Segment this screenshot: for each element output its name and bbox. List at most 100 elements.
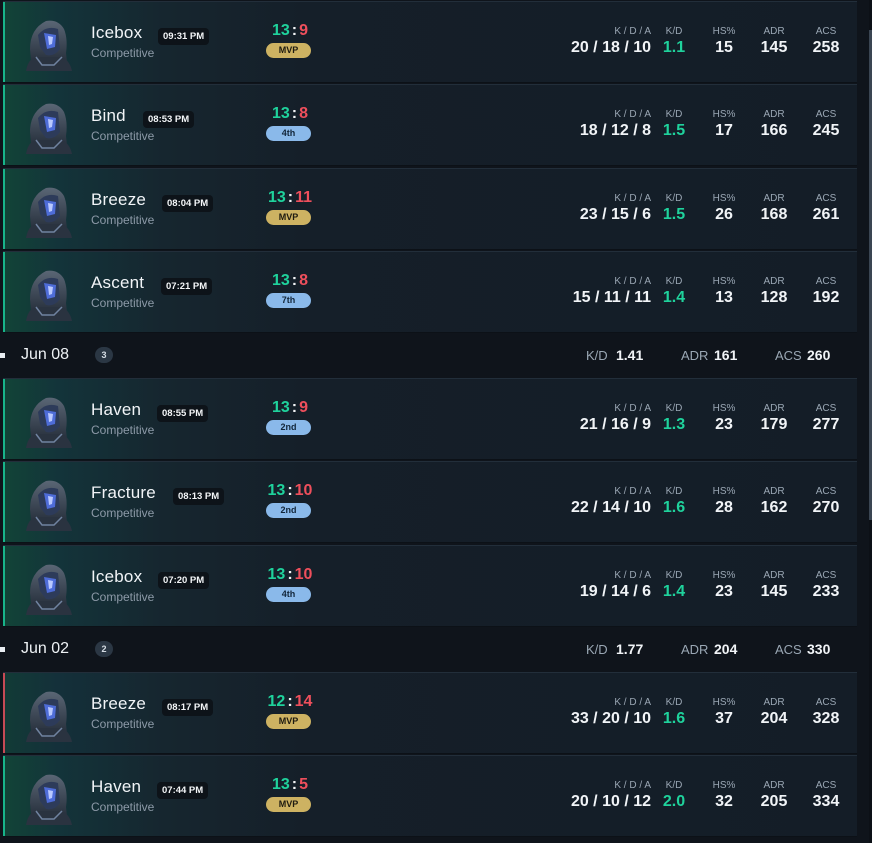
acs-label: ACS	[815, 276, 837, 287]
hs-label: HS%	[712, 26, 736, 37]
hs-value: 17	[715, 122, 733, 139]
score-enemy: 8	[299, 272, 309, 289]
agent-portrait-icon	[26, 774, 72, 825]
day-adr-value: 204	[714, 641, 738, 657]
map-name: Icebox	[91, 23, 143, 42]
adr-label: ADR	[763, 109, 785, 120]
acs-label: ACS	[815, 697, 837, 708]
map-name: Haven	[91, 777, 142, 796]
day-adr-value: 161	[714, 347, 738, 363]
hs-label: HS%	[712, 109, 736, 120]
result-edge	[3, 673, 5, 753]
map-name: Breeze	[91, 694, 147, 713]
adr-value: 204	[760, 710, 788, 727]
placement-badge: MVP	[266, 797, 311, 812]
kd-value: 2.0	[662, 793, 686, 810]
match-row[interactable]: Icebox 07:20 PM Competitive 13:10 4th K …	[3, 545, 857, 627]
adr-label: ADR	[763, 403, 785, 414]
placement-badge: 7th	[266, 293, 311, 308]
score-team: 12	[267, 693, 286, 710]
score-team: 13	[271, 776, 290, 793]
acs-label: ACS	[815, 403, 837, 414]
day-kd-label: K/D	[586, 642, 608, 657]
hs-value: 28	[715, 499, 733, 516]
game-mode: Competitive	[91, 213, 155, 227]
score-enemy: 11	[295, 189, 313, 206]
result-edge	[3, 462, 5, 542]
match-row[interactable]: Breeze 08:04 PM Competitive 13:11 MVP K …	[3, 168, 857, 250]
kd-value: 1.4	[662, 289, 686, 306]
result-edge	[3, 252, 5, 332]
acs-value: 334	[812, 793, 840, 810]
kda-value: 20 / 18 / 10	[570, 39, 651, 56]
acs-value: 328	[812, 710, 840, 727]
match-time: 07:21 PM	[161, 278, 213, 295]
score-enemy: 14	[294, 693, 313, 710]
kd-value: 1.6	[662, 499, 686, 516]
match-row[interactable]: Ascent 07:21 PM Competitive 13:8 7th K /…	[3, 251, 857, 333]
acs-label: ACS	[815, 26, 837, 37]
score-enemy: 9	[299, 22, 309, 39]
kda-value: 33 / 20 / 10	[570, 710, 651, 727]
match-time: 08:53 PM	[143, 111, 195, 128]
score-team: 13	[271, 105, 290, 122]
kda-label: K / D / A	[614, 780, 651, 791]
acs-value: 277	[812, 416, 840, 433]
adr-label: ADR	[763, 697, 785, 708]
acs-label: ACS	[815, 570, 837, 581]
kd-label: K/D	[665, 276, 683, 287]
game-mode: Competitive	[91, 506, 155, 520]
placement-badge: 2nd	[266, 420, 311, 435]
kda-value: 15 / 11 / 11	[572, 289, 651, 306]
score-team: 13	[267, 566, 286, 583]
kd-value: 1.5	[662, 122, 686, 139]
match-row[interactable]: Icebox 09:31 PM Competitive 13:9 MVP K /…	[3, 1, 857, 83]
game-mode: Competitive	[91, 717, 155, 731]
score-team: 13	[271, 272, 290, 289]
hs-label: HS%	[712, 570, 736, 581]
match-row[interactable]: Bind 08:53 PM Competitive 13:8 4th K / D…	[3, 84, 857, 166]
match-row[interactable]: Breeze 08:17 PM Competitive 12:14 MVP K …	[3, 672, 857, 754]
kd-value: 1.3	[662, 416, 686, 433]
placement-badge: MVP	[266, 43, 311, 58]
score-enemy: 10	[294, 482, 313, 499]
day-date: Jun 08	[21, 346, 70, 363]
day-date: Jun 02	[21, 640, 70, 657]
result-edge	[3, 169, 5, 249]
day-acs-label: ACS	[775, 642, 802, 657]
day-marker	[0, 647, 5, 652]
day-acs-label: ACS	[775, 348, 802, 363]
day-kd-value: 1.41	[616, 347, 644, 363]
hs-value: 15	[715, 39, 733, 56]
kda-value: 22 / 14 / 10	[570, 499, 651, 516]
match-time: 08:55 PM	[157, 405, 209, 422]
map-name: Haven	[91, 400, 142, 419]
score-enemy: 10	[294, 566, 313, 583]
adr-label: ADR	[763, 276, 785, 287]
hs-value: 32	[715, 793, 733, 810]
kda-value: 21 / 16 / 9	[579, 416, 651, 433]
match-row[interactable]: Haven 07:44 PM Competitive 13:5 MVP K / …	[3, 755, 857, 837]
game-mode: Competitive	[91, 590, 155, 604]
hs-label: HS%	[712, 193, 736, 204]
adr-value: 168	[760, 206, 788, 223]
acs-label: ACS	[815, 486, 837, 497]
match-time: 08:17 PM	[162, 699, 214, 716]
day-header-jun-08: Jun 08 3 K/D 1.41 ADR 161 ACS 260	[0, 333, 872, 377]
acs-value: 245	[812, 122, 840, 139]
day-adr-label: ADR	[681, 642, 709, 657]
day-acs-value: 260	[807, 347, 831, 363]
kd-label: K/D	[665, 193, 683, 204]
match-row[interactable]: Haven 08:55 PM Competitive 13:9 2nd K / …	[3, 378, 857, 460]
score-enemy: 8	[299, 105, 309, 122]
kd-label: K/D	[665, 486, 683, 497]
kda-label: K / D / A	[614, 193, 651, 204]
acs-value: 270	[812, 499, 840, 516]
acs-value: 258	[812, 39, 840, 56]
kda-label: K / D / A	[614, 403, 651, 414]
result-edge	[3, 85, 5, 165]
kda-label: K / D / A	[614, 570, 651, 581]
match-row[interactable]: Fracture 08:13 PM Competitive 13:10 2nd …	[3, 461, 857, 543]
kda-value: 20 / 10 / 12	[570, 793, 651, 810]
match-score: 13:10	[267, 482, 313, 499]
